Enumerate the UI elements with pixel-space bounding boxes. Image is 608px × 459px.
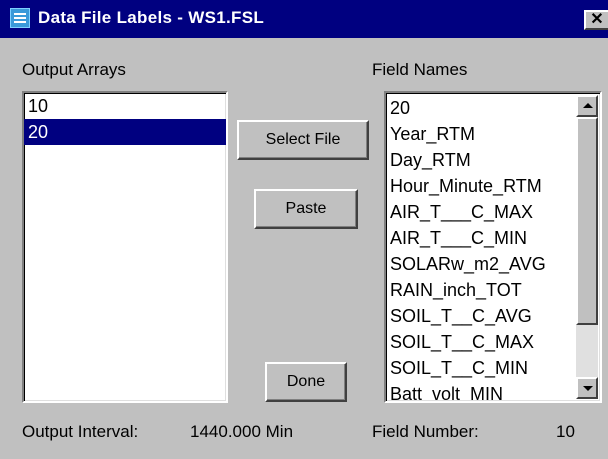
scrollbar-thumb[interactable] [576,117,598,325]
field-name-item[interactable]: Year_RTM [386,121,574,147]
done-button[interactable]: Done [265,362,347,402]
title-bar[interactable]: Data File Labels - WS1.FSL ✕ [0,0,608,38]
field-number-value: 10 [556,422,575,441]
data-file-icon [10,8,30,28]
output-interval-value: 1440.000 Min [190,422,294,441]
field-name-item[interactable]: 20 [386,95,574,121]
output-array-item-selected[interactable]: 20 [24,119,226,145]
output-array-item[interactable]: 10 [24,93,226,119]
arrow-down-icon [583,386,593,391]
paste-button[interactable]: Paste [254,189,358,229]
select-file-button[interactable]: Select File [237,120,369,160]
data-file-labels-dialog: Data File Labels - WS1.FSL ✕ Output Arra… [0,0,608,459]
output-arrays-label: Output Arrays [22,60,126,79]
field-name-item[interactable]: SOIL_T__C_MIN [386,355,574,381]
arrow-up-icon [583,103,593,108]
field-name-item[interactable]: Batt_volt_MIN [386,381,574,401]
field-name-item[interactable]: SOIL_T__C_MAX [386,329,574,355]
window-title: Data File Labels - WS1.FSL [38,8,265,27]
field-name-item[interactable]: AIR_T___C_MIN [386,225,574,251]
output-interval-label: Output Interval: [22,422,139,441]
field-name-item[interactable]: SOLARw_m2_AVG [386,251,574,277]
field-name-item[interactable]: Day_RTM [386,147,574,173]
field-names-scrollbar[interactable] [576,95,598,399]
field-name-item[interactable]: RAIN_inch_TOT [386,277,574,303]
field-names-items: 20 Year_RTM Day_RTM Hour_Minute_RTM AIR_… [386,95,574,401]
close-icon: ✕ [590,11,604,28]
field-names-label: Field Names [372,60,468,79]
scroll-up-button[interactable] [576,95,598,117]
field-name-item[interactable]: SOIL_T__C_AVG [386,303,574,329]
field-names-list[interactable]: 20 Year_RTM Day_RTM Hour_Minute_RTM AIR_… [384,91,602,403]
field-name-item[interactable]: Hour_Minute_RTM [386,173,574,199]
output-arrays-list[interactable]: 10 20 [22,91,228,403]
field-name-item[interactable]: AIR_T___C_MAX [386,199,574,225]
scroll-down-button[interactable] [576,377,598,399]
close-button[interactable]: ✕ [584,10,608,30]
field-number-label: Field Number: [372,422,479,441]
